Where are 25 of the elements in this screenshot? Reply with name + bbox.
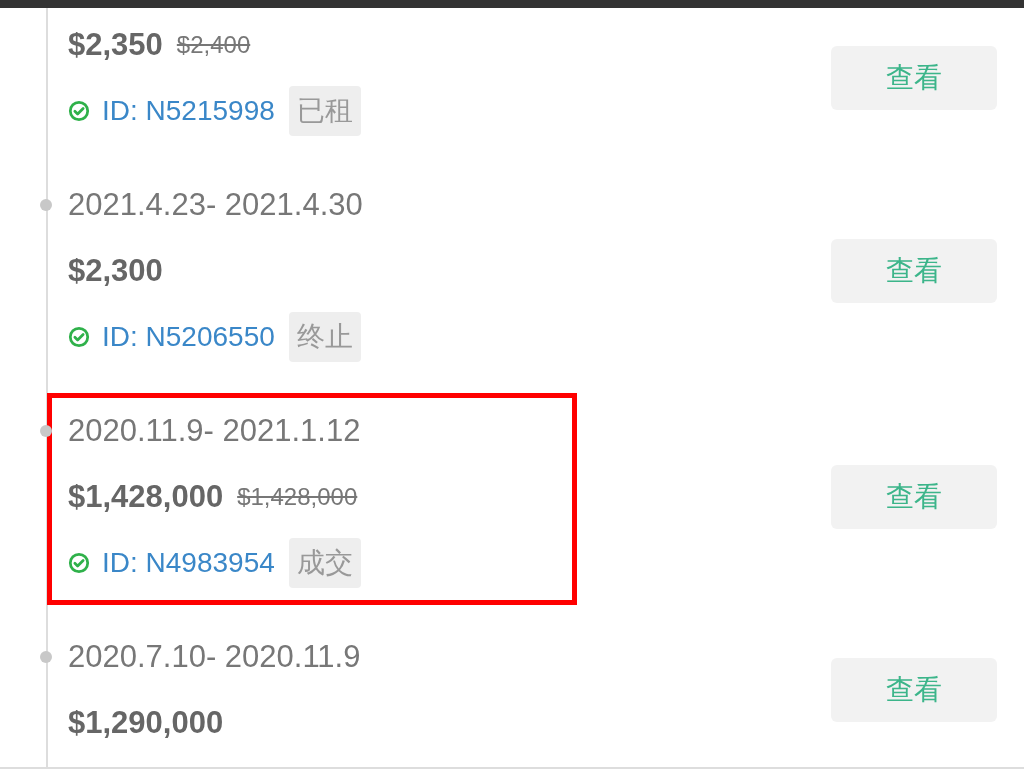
view-button[interactable]: 查看 — [831, 46, 997, 110]
price: $2,300 — [68, 253, 163, 289]
check-circle-icon — [68, 552, 90, 574]
original-price: $2,400 — [176, 31, 251, 59]
date-range: 2021.4.23- 2021.4.30 — [68, 187, 363, 223]
listing-id-link[interactable]: ID: N5215998 — [102, 95, 275, 127]
listing-id-link[interactable]: ID: N4983954 — [102, 547, 275, 579]
check-circle-icon — [68, 326, 90, 348]
view-button[interactable]: 查看 — [831, 465, 997, 529]
original-price: $1,428,000 — [237, 483, 358, 511]
date-range: 2020.7.10- 2020.11.9 — [68, 639, 361, 675]
listing-id-link[interactable]: ID: N5206550 — [102, 321, 275, 353]
timeline-dot — [40, 199, 52, 211]
view-button[interactable]: 查看 — [831, 658, 997, 722]
date-range: 2020.11.9- 2021.1.12 — [68, 413, 361, 449]
timeline-dot — [40, 651, 52, 663]
price: $1,290,000 — [68, 705, 224, 741]
view-button[interactable]: 查看 — [831, 239, 997, 303]
price: $2,350 — [68, 27, 163, 63]
price: $1,428,000 — [68, 479, 224, 515]
status-tag: 已租 — [288, 86, 361, 136]
timeline-dot — [40, 425, 52, 437]
status-tag: 终止 — [288, 312, 361, 362]
check-circle-icon — [68, 100, 90, 122]
status-tag: 成交 — [288, 538, 361, 588]
